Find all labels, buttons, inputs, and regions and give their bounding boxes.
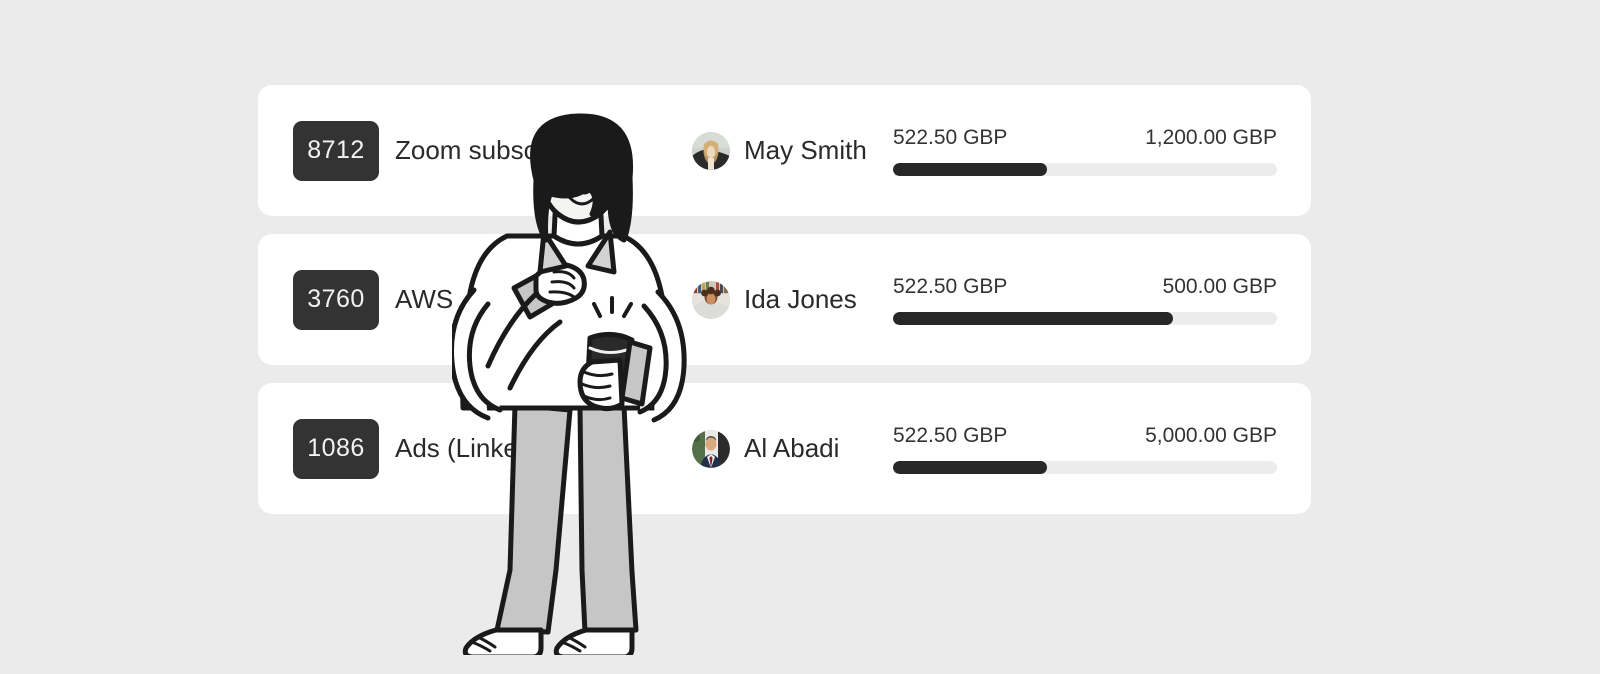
person-name: Al Abadi (744, 433, 840, 463)
row-person: May Smith (692, 131, 867, 170)
row-description: AWS (395, 284, 454, 314)
row-description: Ads (LinkedIn) (395, 433, 563, 463)
row-amounts: 522.50 GBP 500.00 GBP (893, 275, 1277, 325)
budget-list: 8712 Zoom subscription May Smith 522.50 … (258, 85, 1311, 532)
amount-spent: 522.50 GBP (893, 125, 1008, 149)
amount-budget: 5,000.00 GBP (1145, 423, 1277, 447)
avatar-photo-woman-curly (692, 280, 730, 319)
amount-spent: 522.50 GBP (893, 274, 1008, 298)
row-person: Al Abadi (692, 429, 840, 468)
row-description: Zoom subscription (395, 135, 608, 165)
amount-spent: 522.50 GBP (893, 423, 1008, 447)
person-name: May Smith (744, 135, 867, 165)
row-person: Ida Jones (692, 280, 857, 319)
table-row[interactable]: 3760 AWS Ida Jones 522.50 GBP 500.00 GBP (258, 234, 1311, 365)
progress-bar (893, 162, 1277, 176)
table-row[interactable]: 8712 Zoom subscription May Smith 522.50 … (258, 85, 1311, 216)
row-code-badge: 1086 (293, 418, 379, 479)
amount-budget: 1,200.00 GBP (1145, 125, 1277, 149)
avatar-photo-man-suit (692, 429, 730, 468)
progress-bar (893, 311, 1277, 325)
progress-bar-fill (893, 162, 1047, 176)
screen: 8712 Zoom subscription May Smith 522.50 … (0, 0, 1600, 674)
row-code-badge: 3760 (293, 269, 379, 330)
progress-bar-fill (893, 460, 1047, 474)
progress-bar-fill (893, 311, 1174, 325)
row-amounts: 522.50 GBP 5,000.00 GBP (893, 424, 1277, 474)
person-name: Ida Jones (744, 284, 857, 314)
amount-budget: 500.00 GBP (1162, 274, 1277, 298)
row-code-badge: 8712 (293, 120, 379, 181)
table-row[interactable]: 1086 Ads (LinkedIn) Al Abadi 522.50 GBP … (258, 383, 1311, 514)
avatar-photo-woman-blonde (692, 131, 730, 170)
progress-bar (893, 460, 1277, 474)
row-amounts: 522.50 GBP 1,200.00 GBP (893, 126, 1277, 176)
